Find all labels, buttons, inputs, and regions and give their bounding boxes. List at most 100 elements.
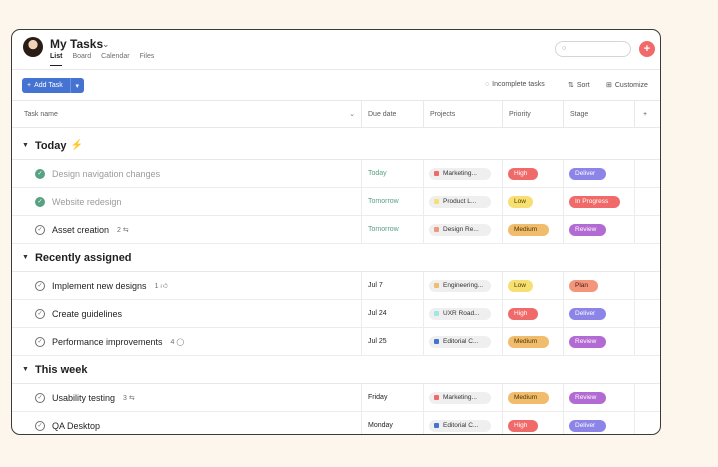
project-color-icon [434,283,439,288]
project-color-icon [434,227,439,232]
task-name[interactable]: Usability testing [52,393,115,403]
task-name[interactable]: Create guidelines [52,309,122,319]
table-row[interactable]: ✓ QA Desktop Monday Editorial C... High … [12,412,660,434]
stage-badge[interactable]: In Progress [569,195,620,208]
priority-badge[interactable]: Low [508,279,533,292]
table-row[interactable]: ✓ Usability testing 3 ⇆ Friday Marketing… [12,384,660,412]
section-title: Today [34,139,67,152]
checkmark-icon[interactable]: ✓ [35,224,45,235]
column-projects[interactable]: Projects [423,101,502,127]
priority-badge[interactable]: High [508,307,538,320]
checkmark-icon[interactable]: ✓ [35,392,45,403]
project-pill[interactable]: Editorial C... [429,335,491,348]
table-row[interactable]: ✓ Website redesign Tomorrow Product L...… [12,188,660,216]
section-recently-assigned[interactable]: ▼ Recently assigned [12,244,660,272]
priority-badge[interactable]: High [508,419,538,432]
checkmark-icon[interactable]: ✓ [35,196,45,207]
caret-down-icon[interactable]: ▼ [22,366,29,373]
incomplete-tasks-filter[interactable]: ◌ Incomplete tasks [485,81,545,88]
due-date[interactable]: Tomorrow [361,188,423,215]
project-label: Product L... [443,198,477,205]
task-name[interactable]: QA Desktop [52,421,100,431]
checkmark-icon[interactable]: ✓ [35,280,45,291]
task-name[interactable]: Implement new designs [52,281,147,291]
task-name[interactable]: Website redesign [52,197,121,207]
add-task-button[interactable]: + Add Task [22,78,71,93]
tab-list[interactable]: List [50,53,63,66]
table-row[interactable]: ✓ Implement new designs 1 👍︎ Jul 7 Engin… [12,272,660,300]
task-name[interactable]: Performance improvements [52,337,163,347]
stage-badge[interactable]: Deliver [569,167,606,180]
table-row[interactable]: ✓ Create guidelines Jul 24 UXR Road... H… [12,300,660,328]
sort-label: Sort [576,81,590,89]
subtask-icon: ⇆ [122,226,129,234]
project-pill[interactable]: Design Re... [429,223,491,236]
project-label: Engineering... [443,282,484,289]
stage-badge[interactable]: Deliver [569,307,606,320]
check-circle-icon: ◌ [485,81,490,88]
column-stage[interactable]: Stage [563,101,634,127]
stage-badge[interactable]: Review [569,223,606,236]
due-date[interactable]: Monday [361,412,423,434]
customize-label: Customize [614,81,648,89]
table-row[interactable]: ✓ Design navigation changes Today Market… [12,160,660,188]
quick-add-button[interactable]: + [639,41,655,57]
priority-badge[interactable]: Medium [508,391,549,404]
column-task-name[interactable]: Task name ⌄ [12,101,361,127]
avatar[interactable] [23,37,43,57]
project-pill[interactable]: UXR Road... [429,307,491,320]
project-pill[interactable]: Product L... [429,195,491,208]
comment-icon: ◯ [176,338,185,346]
add-column-button[interactable]: + [634,101,660,127]
due-date[interactable]: Jul 7 [361,272,423,299]
task-name[interactable]: Design navigation changes [52,169,160,179]
due-date[interactable]: Today [361,160,423,187]
customize-icon: ⊞ [606,82,612,89]
add-task-label: Add Task [34,82,63,89]
table-row[interactable]: ✓ Performance improvements 4 ◯ Jul 25 Ed… [12,328,660,356]
caret-down-icon[interactable]: ▼ [22,254,29,261]
due-date[interactable]: Friday [361,384,423,411]
task-name[interactable]: Asset creation [52,225,109,235]
page-title: My Tasks [50,37,104,51]
section-today[interactable]: ▼ Today ⚡ [12,132,660,160]
due-date[interactable]: Tomorrow [361,216,423,243]
project-label: Editorial C... [443,338,479,345]
priority-badge[interactable]: High [508,167,538,180]
section-this-week[interactable]: ▼ This week [12,356,660,384]
tab-calendar[interactable]: Calendar [101,53,129,66]
project-pill[interactable]: Marketing... [429,167,491,180]
project-color-icon [434,339,439,344]
table-row[interactable]: ✓ Asset creation 2 ⇆ Tomorrow Design Re.… [12,216,660,244]
stage-badge[interactable]: Review [569,391,606,404]
tab-files[interactable]: Files [140,53,155,66]
project-pill[interactable]: Engineering... [429,279,491,292]
chevron-down-icon[interactable]: ⌄ [349,110,355,118]
stage-badge[interactable]: Review [569,335,606,348]
project-label: Editorial C... [443,422,479,429]
chevron-down-icon[interactable]: ⌄ [102,39,110,50]
priority-badge[interactable]: Medium [508,223,549,236]
project-pill[interactable]: Editorial C... [429,419,491,432]
priority-badge[interactable]: Medium [508,335,549,348]
checkmark-icon[interactable]: ✓ [35,420,45,431]
search-input[interactable]: ○ [555,41,631,57]
checkmark-icon[interactable]: ✓ [35,168,45,179]
caret-down-icon[interactable]: ▼ [22,142,29,149]
priority-badge[interactable]: Low [508,195,533,208]
project-pill[interactable]: Marketing... [429,391,491,404]
checkmark-icon[interactable]: ✓ [35,336,45,347]
tab-board[interactable]: Board [72,53,91,66]
column-priority[interactable]: Priority [502,101,563,127]
stage-badge[interactable]: Plan [569,279,598,292]
due-date[interactable]: Jul 24 [361,300,423,327]
due-date[interactable]: Jul 25 [361,328,423,355]
like-count: 1 👍︎ [154,283,168,290]
stage-badge[interactable]: Deliver [569,419,606,432]
sort-button[interactable]: ⇅ Sort [568,81,590,90]
section-title: This week [34,363,88,376]
column-due-date[interactable]: Due date [361,101,423,127]
checkmark-icon[interactable]: ✓ [35,308,45,319]
customize-button[interactable]: ⊞ Customize [606,81,648,90]
add-task-dropdown[interactable]: ▾ [71,82,84,90]
